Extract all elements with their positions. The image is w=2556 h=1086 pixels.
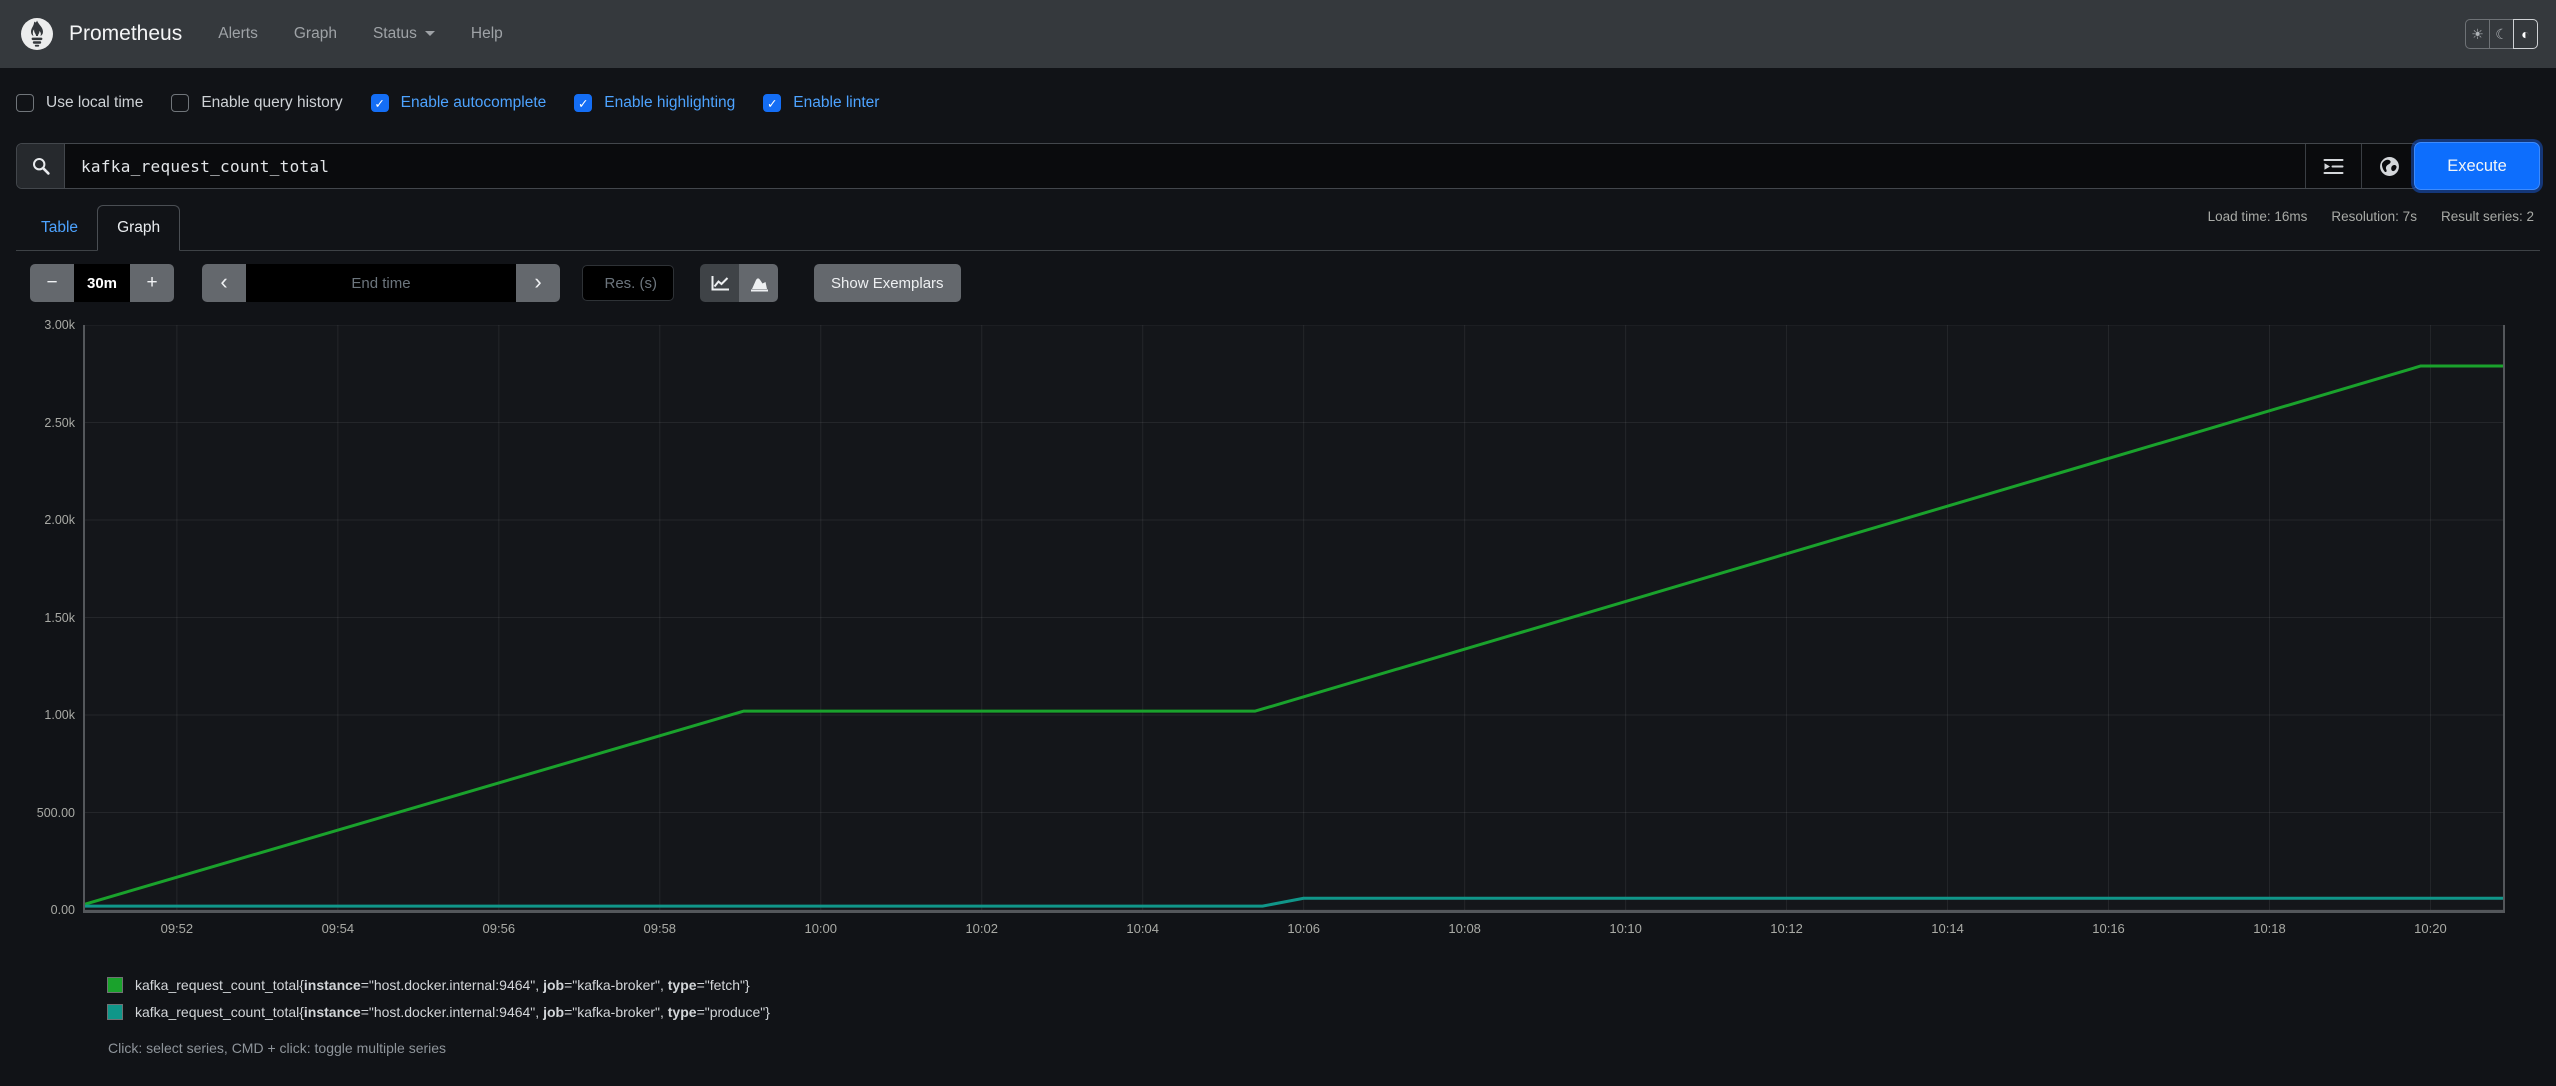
x-axis-label: 10:12: [1770, 921, 1803, 936]
tab-graph[interactable]: Graph: [97, 205, 181, 251]
legend-series-name: kafka_request_count_total{instance="host…: [135, 1004, 770, 1020]
query-input[interactable]: [65, 144, 2305, 188]
option-enable-query-history[interactable]: Enable query history: [171, 94, 343, 112]
series-line: [85, 898, 2503, 906]
y-axis-label: 0.00: [50, 903, 75, 917]
resolution: Resolution: 7s: [2331, 209, 2417, 224]
time-forward-button[interactable]: ›: [516, 264, 560, 302]
y-axis-label: 3.00k: [44, 318, 75, 332]
load-time: Load time: 16ms: [2207, 209, 2308, 224]
theme-toggle-group: ☀ ☾ ◐: [2465, 19, 2538, 49]
x-axis-label: 10:08: [1448, 921, 1481, 936]
theme-dark-button[interactable]: ☾: [2489, 19, 2514, 49]
legend-hint: Click: select series, CMD + click: toggl…: [108, 1040, 447, 1056]
moon-icon: ☾: [2495, 25, 2508, 42]
option-use-local-time[interactable]: Use local time: [16, 94, 143, 112]
legend: kafka_request_count_total{instance="host…: [107, 977, 2556, 1020]
theme-auto-button[interactable]: ◐: [2513, 19, 2538, 49]
chart-canvas: [85, 325, 2503, 910]
option-label: Enable highlighting: [604, 94, 736, 111]
x-axis-label: 10:16: [2092, 921, 2125, 936]
time-navigation: ‹ ›: [202, 264, 560, 302]
x-axis-label: 10:14: [1931, 921, 1964, 936]
legend-swatch: [107, 1004, 123, 1020]
show-exemplars-button[interactable]: Show Exemplars: [814, 264, 961, 302]
app-title[interactable]: Prometheus: [69, 22, 182, 46]
tab-table[interactable]: Table: [22, 206, 97, 250]
time-back-button[interactable]: ‹: [202, 264, 246, 302]
x-axis-label: 10:06: [1287, 921, 1320, 936]
result-series: Result series: 2: [2440, 209, 2534, 224]
line-chart-icon: [710, 275, 730, 292]
option-label: Use local time: [46, 94, 144, 111]
query-input-group: [16, 143, 2418, 189]
checkbox-unchecked[interactable]: [16, 94, 34, 112]
x-axis-label: 09:56: [482, 921, 516, 936]
execute-button[interactable]: Execute: [2414, 142, 2540, 190]
option-label: Enable linter: [793, 94, 880, 111]
checkbox-checked[interactable]: ✓: [574, 94, 593, 112]
legend-item[interactable]: kafka_request_count_total{instance="host…: [107, 977, 2556, 993]
prometheus-logo-icon[interactable]: [20, 17, 54, 51]
y-axis-label: 500.00: [36, 805, 75, 820]
option-label: Enable query history: [201, 94, 343, 111]
legend-swatch: [107, 977, 123, 993]
checkbox-checked[interactable]: ✓: [370, 94, 389, 112]
range-input[interactable]: [74, 264, 130, 302]
y-axis-label: 1.00k: [44, 708, 75, 722]
x-axis-label: 10:00: [804, 921, 838, 936]
legend-item[interactable]: kafka_request_count_total{instance="host…: [107, 1004, 2556, 1020]
y-axis-label: 2.00k: [44, 513, 75, 527]
metrics-explorer-icon: [2323, 158, 2344, 175]
option-enable-highlighting[interactable]: ✓ Enable highlighting: [574, 94, 735, 112]
x-axis-label: 10:02: [965, 921, 998, 936]
main-nav: Alerts Graph Status Help: [218, 25, 503, 43]
checkbox-checked[interactable]: ✓: [763, 94, 782, 112]
checkbox-unchecked[interactable]: [171, 94, 190, 112]
search-icon: [17, 144, 65, 188]
option-enable-autocomplete[interactable]: ✓ Enable autocomplete: [370, 94, 547, 112]
sun-icon: ☀: [2471, 25, 2484, 42]
plot-area[interactable]: 0.00 500.00 1.00k 1.50k 2.00k 2.50k 3.00k 09:5…: [37, 318, 2505, 936]
theme-light-button[interactable]: ☀: [2465, 19, 2490, 49]
caret-down-icon: [424, 31, 435, 36]
x-axis-label: 10:04: [1126, 921, 1159, 936]
option-enable-linter[interactable]: ✓ Enable linter: [763, 94, 879, 112]
range-increase-button[interactable]: +: [130, 264, 174, 302]
query-options: Use local time Enable query history ✓ Enabl…: [16, 92, 2556, 114]
x-axis-label: 09:58: [643, 921, 677, 936]
nav-item-status[interactable]: Status: [373, 25, 435, 43]
result-tabs: Table Graph Load time: 16ms Resolution: …: [16, 201, 2540, 251]
query-bar: Execute: [16, 142, 2540, 190]
area-chart-icon: [749, 275, 769, 292]
explain-globe-button[interactable]: [2361, 144, 2417, 188]
end-time-input[interactable]: [246, 264, 516, 302]
metrics-explorer-button[interactable]: [2305, 144, 2361, 188]
adjust-icon: ◐: [2521, 26, 2530, 42]
range-decrease-button[interactable]: −: [30, 264, 74, 302]
nav-item-help[interactable]: Help: [471, 25, 503, 43]
stacked-chart-toggle[interactable]: [739, 264, 778, 302]
graph-panel: 0.00 500.00 1.00k 1.50k 2.00k 2.50k 3.00k 09:5…: [37, 318, 2505, 936]
x-axis-label: 10:20: [2414, 921, 2447, 936]
resolution-input[interactable]: [582, 265, 674, 301]
y-axis-label: 2.50k: [44, 415, 75, 430]
x-axis-label: 09:52: [160, 921, 194, 936]
y-axis-label: 1.50k: [44, 610, 75, 625]
query-stats: Load time: 16ms Resolution: 7s Result se…: [2208, 209, 2534, 224]
nav-item-graph[interactable]: Graph: [294, 25, 337, 43]
range-stepper: − +: [30, 264, 174, 302]
x-axis-label: 10:10: [1609, 921, 1642, 936]
legend-series-name: kafka_request_count_total{instance="host…: [135, 977, 750, 993]
x-axis-label: 09:54: [321, 921, 355, 936]
globe-icon: [2379, 156, 2400, 177]
line-chart-toggle[interactable]: [700, 264, 739, 302]
series-line: [85, 366, 2503, 904]
nav-item-alerts[interactable]: Alerts: [218, 25, 258, 43]
navbar: Prometheus Alerts Graph Status Help ☀ ☾ ◐: [0, 0, 2556, 68]
x-axis-label: 10:18: [2253, 921, 2286, 936]
graph-controls: − + ‹ › Show Exemplars: [30, 264, 2540, 302]
option-label: Enable autocomplete: [400, 94, 547, 111]
chart-type-toggle: [700, 264, 778, 302]
